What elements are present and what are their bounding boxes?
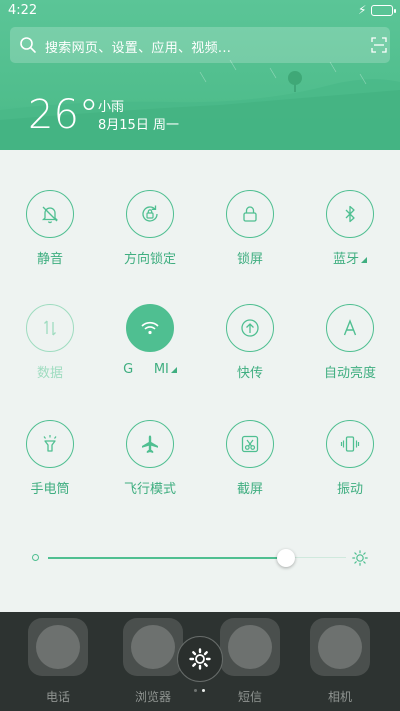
toggle-label: 手电筒 bbox=[30, 482, 70, 497]
app-camera[interactable]: 相机 bbox=[290, 618, 390, 705]
search-input[interactable]: 搜索网页、设置、应用、视频... bbox=[45, 37, 231, 56]
screenshot-icon bbox=[226, 420, 274, 468]
scan-icon[interactable] bbox=[371, 37, 387, 53]
app-label: 相机 bbox=[327, 690, 352, 704]
app-label: 短信 bbox=[237, 690, 262, 704]
data-arrows-icon bbox=[26, 304, 74, 352]
home-dock: 电话 浏览器 短信 相机 bbox=[0, 612, 400, 711]
toggle-label: 数据 bbox=[36, 366, 63, 381]
brightness-slider[interactable] bbox=[30, 548, 375, 568]
vibrate-icon bbox=[326, 420, 374, 468]
toggle-label: 锁屏 bbox=[236, 252, 263, 267]
flashlight-icon bbox=[26, 420, 74, 468]
bell-mute-icon bbox=[26, 190, 74, 238]
toggle-quick-transfer[interactable]: 快传 bbox=[200, 304, 300, 381]
camera-app-icon bbox=[310, 618, 370, 676]
toggle-label: 截屏 bbox=[236, 482, 263, 497]
app-phone[interactable]: 电话 bbox=[8, 618, 108, 705]
page-dot-active bbox=[202, 689, 205, 692]
status-bar: 4:22 ⚡ bbox=[0, 0, 400, 22]
messages-app-icon bbox=[220, 618, 280, 676]
brightness-thumb[interactable] bbox=[277, 549, 296, 567]
battery-icon bbox=[371, 5, 396, 16]
wifi-icon bbox=[126, 304, 174, 352]
toggle-label: 快传 bbox=[236, 366, 263, 381]
brightness-high-icon bbox=[352, 550, 368, 566]
phone-app-icon bbox=[28, 618, 88, 676]
toggle-airplane-mode[interactable]: 飞行模式 bbox=[100, 420, 200, 497]
search-icon bbox=[20, 37, 36, 53]
toggle-label: 自动亮度 bbox=[323, 366, 376, 381]
expand-menu-icon bbox=[170, 367, 177, 373]
toggle-rotation-lock[interactable]: 方向锁定 bbox=[100, 190, 200, 267]
temperature: 26° bbox=[28, 92, 99, 138]
toggle-wifi[interactable]: G MI bbox=[100, 304, 200, 377]
weather-header: 4:22 ⚡ 搜索网页、设置、应用、视频... 26° 小雨 8月15日 周一 bbox=[0, 0, 400, 150]
toggle-mobile-data[interactable]: 数据 bbox=[0, 304, 100, 381]
search-bar[interactable]: 搜索网页、设置、应用、视频... bbox=[10, 27, 390, 63]
toggle-mute[interactable]: 静音 bbox=[0, 190, 100, 267]
browser-app-icon bbox=[123, 618, 183, 676]
toggle-screenshot[interactable]: 截屏 bbox=[200, 420, 300, 497]
settings-gear-button[interactable] bbox=[177, 636, 223, 682]
status-time: 4:22 bbox=[8, 3, 38, 18]
brightness-low-icon bbox=[32, 554, 39, 561]
page-indicator bbox=[194, 689, 208, 695]
rotation-lock-icon bbox=[126, 190, 174, 238]
toggle-label: 静音 bbox=[36, 252, 63, 267]
airplane-icon bbox=[126, 420, 174, 468]
toggle-label: G MI bbox=[100, 362, 200, 377]
toggle-lock-screen[interactable]: 锁屏 bbox=[200, 190, 300, 267]
app-label: 浏览器 bbox=[134, 690, 171, 704]
weather-date: 8月15日 周一 bbox=[98, 118, 179, 133]
quick-transfer-icon bbox=[226, 304, 274, 352]
toggle-vibrate[interactable]: 振动 bbox=[300, 420, 400, 497]
expand-menu-icon bbox=[361, 257, 367, 263]
charging-icon: ⚡ bbox=[358, 3, 367, 17]
toggle-label: 飞行模式 bbox=[123, 482, 176, 497]
auto-brightness-icon bbox=[326, 304, 374, 352]
weather-condition: 小雨 bbox=[98, 100, 125, 115]
gear-icon bbox=[189, 648, 211, 670]
toggle-label: 方向锁定 bbox=[123, 252, 176, 267]
toggle-bluetooth[interactable]: 蓝牙 bbox=[300, 190, 400, 267]
toggle-flashlight[interactable]: 手电筒 bbox=[0, 420, 100, 497]
toggle-label: 蓝牙 bbox=[300, 248, 400, 267]
toggle-auto-brightness[interactable]: 自动亮度 bbox=[300, 304, 400, 381]
page-dot bbox=[194, 689, 197, 692]
lock-icon bbox=[226, 190, 274, 238]
quick-settings-panel: 静音 方向锁定 锁屏 蓝牙 数据 G MI 快传 自动亮度 手电筒 飞行模式 截… bbox=[0, 150, 400, 612]
app-label: 电话 bbox=[45, 690, 70, 704]
toggle-label: 振动 bbox=[336, 482, 363, 497]
brightness-fill bbox=[48, 557, 287, 559]
bluetooth-icon bbox=[326, 190, 374, 238]
